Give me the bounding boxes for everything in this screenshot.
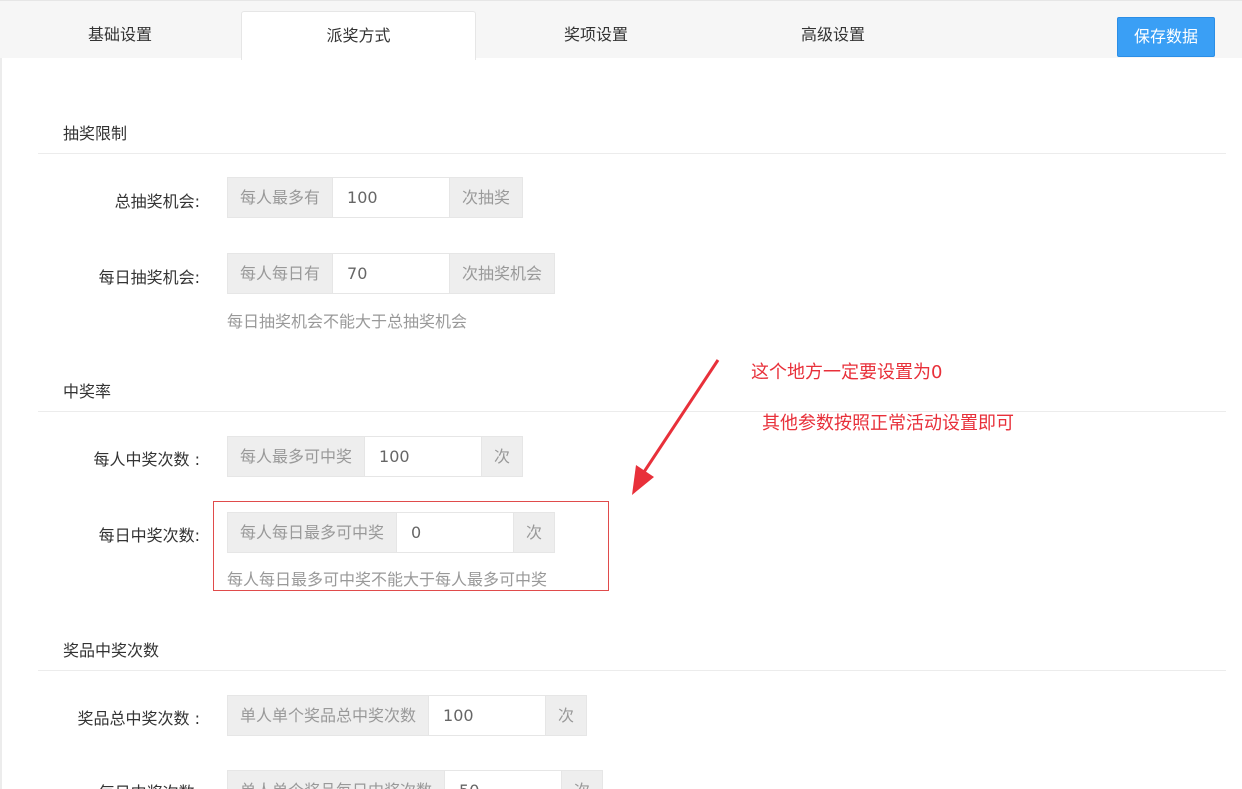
- win-times-prefix: 每人最多可中奖: [228, 437, 365, 476]
- daily-win-input-group: 每人每日最多可中奖 0 次: [227, 512, 556, 553]
- daily-win-prefix: 每人每日最多可中奖: [228, 513, 397, 552]
- win-times-label: 每人中奖次数 :: [93, 450, 200, 469]
- annotation-line-2: 其他参数按照正常活动设置即可: [762, 413, 1014, 434]
- prize-total-wins-prefix: 单人单个奖品总中奖次数: [228, 696, 429, 735]
- total-draw-input-group: 每人最多有 100 次抽奖: [227, 177, 524, 218]
- total-draw-prefix: 每人最多有: [228, 178, 333, 217]
- daily-win-suffix: 次: [514, 513, 555, 552]
- section-divider: [38, 670, 1226, 671]
- prize-daily-wins-label: 每日中奖次数:: [0, 779, 200, 789]
- win-times-input[interactable]: 100: [364, 437, 483, 476]
- prize-total-wins-label: 奖品总中奖次数 :: [77, 709, 200, 728]
- prize-total-wins-input-group: 单人单个奖品总中奖次数 100 次: [227, 695, 588, 736]
- win-times-suffix: 次: [482, 437, 523, 476]
- tab-basic-settings[interactable]: 基础设置: [0, 11, 240, 59]
- prize-daily-wins-input[interactable]: 50: [444, 771, 563, 789]
- daily-draw-input-group: 每人每日有 70 次抽奖机会: [227, 253, 556, 294]
- tab-bar: 基础设置 派奖方式 奖项设置 高级设置 保存数据: [0, 0, 1242, 60]
- left-border: [0, 58, 2, 789]
- win-times-input-group: 每人最多可中奖 100 次: [227, 436, 524, 477]
- daily-draw-input[interactable]: 70: [332, 254, 451, 293]
- section-title-prize-wins: 奖品中奖次数: [63, 641, 160, 660]
- total-draw-input[interactable]: 100: [332, 178, 451, 217]
- daily-win-help: 每人每日最多可中奖不能大于每人最多可中奖: [227, 570, 548, 589]
- save-data-button[interactable]: 保存数据: [1117, 17, 1215, 57]
- total-draw-label: 总抽奖机会:: [114, 192, 200, 211]
- tab-advanced-settings[interactable]: 高级设置: [715, 11, 951, 59]
- tab-prize-settings[interactable]: 奖项设置: [477, 11, 715, 59]
- annotation-arrow-icon: [632, 359, 720, 495]
- prize-total-wins-suffix: 次: [546, 696, 587, 735]
- prize-daily-wins-suffix: 次: [562, 771, 603, 789]
- section-title-draw-limit: 抽奖限制: [63, 124, 128, 143]
- tab-award-method[interactable]: 派奖方式: [241, 11, 476, 60]
- daily-draw-help: 每日抽奖机会不能大于总抽奖机会: [227, 312, 468, 331]
- daily-win-label: 每日中奖次数:: [98, 526, 200, 545]
- prize-daily-wins-prefix: 单人单个奖品每日中奖次数: [228, 771, 445, 789]
- daily-draw-suffix: 次抽奖机会: [450, 254, 555, 293]
- daily-draw-label: 每日抽奖机会:: [98, 268, 200, 287]
- daily-win-input[interactable]: 0: [396, 513, 515, 552]
- prize-daily-wins-input-group: 单人单个奖品每日中奖次数 50 次: [227, 770, 604, 789]
- daily-draw-prefix: 每人每日有: [228, 254, 333, 293]
- total-draw-suffix: 次抽奖: [450, 178, 523, 217]
- annotation-line-1: 这个地方一定要设置为0: [751, 362, 943, 383]
- section-title-win-rate: 中奖率: [63, 382, 112, 401]
- prize-total-wins-input[interactable]: 100: [428, 696, 547, 735]
- section-divider: [38, 153, 1226, 154]
